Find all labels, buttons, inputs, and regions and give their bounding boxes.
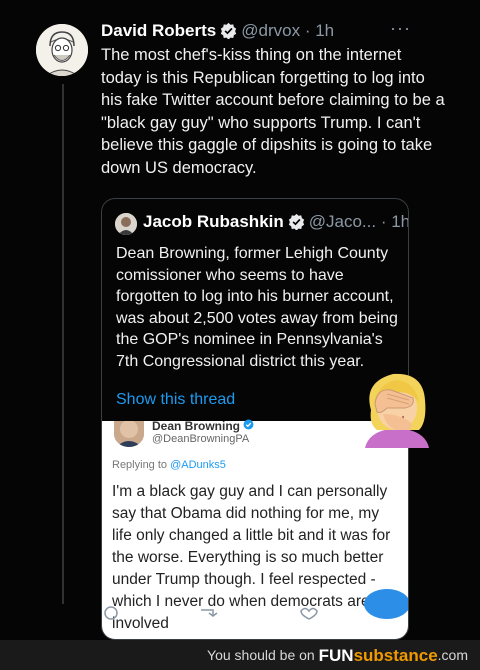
author-name[interactable]: David Roberts — [101, 21, 216, 40]
author-handle[interactable]: @drvox — [241, 21, 300, 40]
more-options-icon[interactable]: ··· — [390, 18, 411, 39]
tweet-card[interactable]: David Roberts @drvox · 1h ··· The most ch… — [0, 0, 480, 640]
embedded-author-avatar — [114, 421, 144, 447]
like-icon — [300, 607, 318, 620]
reply-icon — [104, 606, 118, 620]
verified-badge-icon — [220, 22, 237, 45]
embedded-author-handle: @DeanBrowningPA — [152, 433, 250, 445]
footer-text[interactable]: You should be on FUNsubstance.com — [207, 646, 468, 666]
tweet-time[interactable]: · 1h — [305, 21, 334, 40]
quoted-text: Dean Browning, former Lehigh County comi… — [116, 245, 398, 370]
show-thread-link[interactable]: Show this thread — [116, 391, 235, 409]
tweet-actions — [101, 606, 421, 620]
embedded-author-name: Dean Browning — [152, 419, 254, 433]
facepalm-emoji — [357, 364, 437, 448]
quoted-author-avatar[interactable] — [115, 213, 137, 235]
tweet-text: The most chef's-kiss thing on the intern… — [101, 46, 445, 177]
author-avatar[interactable] — [36, 24, 88, 76]
footer-banner[interactable]: You should be on FUNsubstance.com — [0, 640, 480, 670]
quoted-author-handle[interactable]: @Jaco... — [309, 212, 376, 231]
quoted-header: Jacob Rubashkin @Jaco... · 1h — [143, 212, 408, 235]
quoted-author-name[interactable]: Jacob Rubashkin — [143, 212, 284, 231]
quoted-time[interactable]: · 1h — [381, 212, 408, 231]
replying-to: Replying to @ADunks5 — [112, 459, 226, 471]
retweet-icon — [201, 609, 218, 617]
verified-badge-icon — [288, 213, 305, 235]
thread-line — [62, 84, 64, 604]
verified-badge-icon — [243, 419, 254, 433]
tweet-header: David Roberts @drvox · 1h — [101, 20, 334, 45]
